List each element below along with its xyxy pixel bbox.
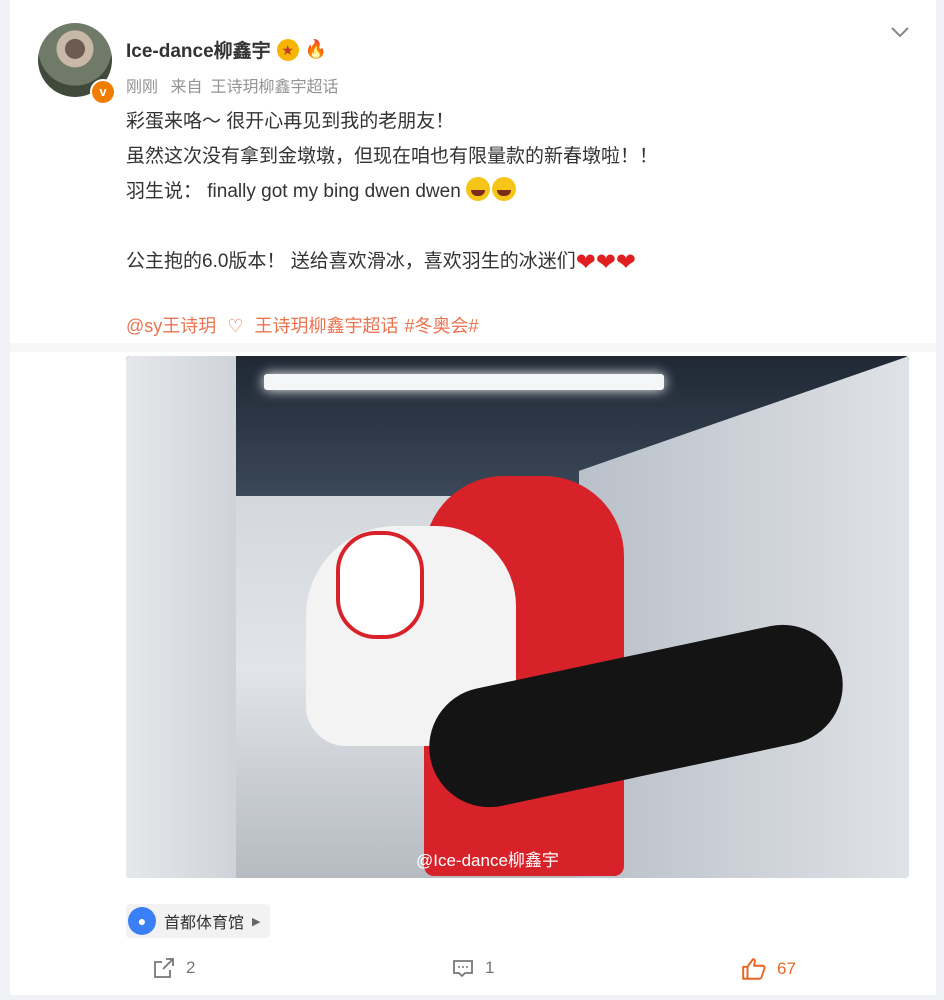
photo-wall-left <box>126 356 236 878</box>
comment-button[interactable]: 1 <box>451 956 494 980</box>
comment-count: 1 <box>485 958 495 977</box>
repost-icon <box>154 958 174 978</box>
heart-icon: ❤ <box>575 249 596 276</box>
repost-button[interactable]: 2 <box>152 956 195 980</box>
like-button[interactable]: 67 <box>741 956 796 982</box>
post-links: @sy王诗玥 ♡ 王诗玥柳鑫宇超话 #冬奥会# <box>126 312 490 338</box>
medal-icon[interactable]: ★ <box>276 38 299 61</box>
user-name-row: Ice-dance柳鑫宇 ★ 🔥 <box>126 36 327 63</box>
action-bar: 2 1 67 <box>10 950 936 986</box>
chevron-down-icon[interactable] <box>890 18 910 44</box>
supertopic-link[interactable]: ♡ 王诗玥柳鑫宇超话 #冬奥会# <box>227 316 484 336</box>
post-meta: 刚刚 来自 王诗玥柳鑫宇超话 <box>126 73 347 97</box>
post-source[interactable]: 王诗玥柳鑫宇超话 <box>210 79 338 96</box>
post-line-3: 羽生说： finally got my bing dwen dwen <box>126 174 886 209</box>
laugh-emoji-icon <box>466 177 491 201</box>
heart-icon: ❤ <box>615 249 637 276</box>
location-name: 首都体育馆 <box>164 915 245 932</box>
post-content: 彩蛋来咯～ 很开心再见到我的老朋友！ 虽然这次没有拿到金墩墩，但现在咱也有限量款… <box>126 104 886 279</box>
post-time[interactable]: 刚刚 <box>126 79 158 96</box>
comment-icon <box>453 960 473 978</box>
user-name[interactable]: Ice-dance柳鑫宇 <box>126 36 271 63</box>
location-tag[interactable]: ● 首都体育馆 ▶ <box>126 904 271 938</box>
like-count: 67 <box>777 959 796 978</box>
post-line-2: 虽然这次没有拿到金墩墩，但现在咱也有限量款的新春墩啦！！ <box>126 146 659 167</box>
source-prefix: 来自 <box>170 79 203 96</box>
location-pin-icon: ● <box>128 907 156 935</box>
post-line-5: 公主抱的6.0版本！ 送给喜欢滑冰，喜欢羽生的冰迷们❤❤❤ <box>126 249 637 276</box>
heart-icon: ❤ <box>595 249 616 276</box>
hashtag-link[interactable]: #冬奥会# <box>404 316 478 336</box>
diamond-icon: ♡ <box>227 316 244 336</box>
caret-right-icon: ▶ <box>252 915 261 928</box>
verified-badge-icon: v <box>90 79 116 105</box>
weibo-post-card: v Ice-dance柳鑫宇 ★ 🔥 刚刚 来自 王诗玥柳鑫宇超话 彩蛋来咯～ 很… <box>10 0 936 995</box>
laugh-emoji-icon <box>492 177 517 201</box>
mention-link[interactable]: @sy王诗玥 <box>126 316 216 336</box>
post-line-1: 彩蛋来咯～ 很开心再见到我的老朋友！ <box>126 111 455 132</box>
thumbs-up-icon <box>742 958 766 980</box>
photo-watermark: @Ice-dance柳鑫宇 <box>416 851 559 870</box>
repost-count: 2 <box>186 958 196 977</box>
photo-mascot <box>336 531 424 639</box>
photo-lamp <box>264 374 664 390</box>
post-photo[interactable]: @Ice-dance柳鑫宇 <box>126 356 909 878</box>
divider <box>10 343 936 352</box>
fire-icon[interactable]: 🔥 <box>305 39 327 60</box>
